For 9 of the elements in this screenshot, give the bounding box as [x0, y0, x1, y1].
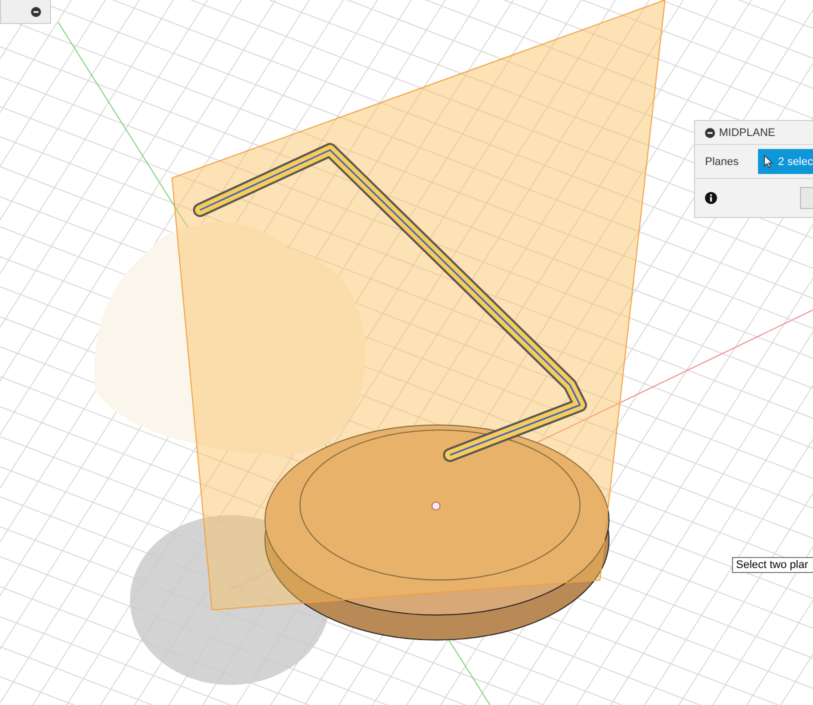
origin-point: [432, 502, 440, 510]
collapse-icon[interactable]: [31, 6, 41, 16]
info-icon[interactable]: [705, 192, 717, 204]
collapse-icon[interactable]: [705, 128, 715, 138]
selection-button[interactable]: 2 selec: [758, 149, 813, 174]
cursor-icon: [764, 155, 774, 168]
dialog-title: MIDPLANE: [719, 126, 776, 138]
tooltip: Select two plar: [732, 557, 813, 573]
planes-label: Planes: [705, 156, 740, 168]
